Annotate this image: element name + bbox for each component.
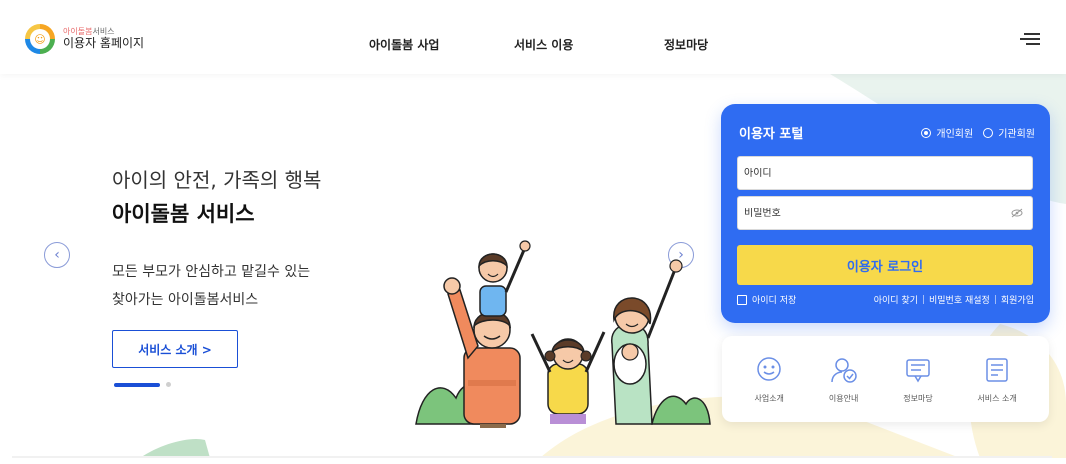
quick-menu-service-intro[interactable]: 서비스 소개: [977, 355, 1017, 404]
radio-personal-member[interactable]: 개인회원: [921, 125, 973, 140]
nav-service-use[interactable]: 서비스 이용: [514, 36, 573, 53]
info-board-icon: [906, 358, 930, 382]
prev-slide-button[interactable]: ‹: [44, 242, 70, 268]
quick-menu: 사업소개 이용안내 정보마당 서비스 소개: [722, 336, 1049, 422]
radio-unchecked-icon: [983, 127, 994, 138]
hero-description: 모든 부모가 안심하고 맡길수 있는 찾아가는 아이돌봄서비스: [112, 264, 311, 308]
user-login-button[interactable]: 이용자 로그인: [737, 245, 1033, 285]
business-intro-icon: [757, 356, 781, 381]
password-input[interactable]: [744, 207, 1004, 219]
reset-password-link[interactable]: 비밀번호 재설정: [929, 293, 990, 306]
quick-menu-info-board[interactable]: 정보마당: [903, 355, 933, 404]
hero-title: 아이의 안전, 가족의 행복: [112, 168, 322, 192]
user-portal-panel: 이용자 포털 개인회원 기관회원 이용자 로그인 아이디 저장 아이디 찾기 |…: [721, 104, 1050, 323]
logo-title: 이용자 홈페이지: [63, 36, 145, 51]
checkbox-icon: [737, 294, 747, 305]
pagination-dot-active[interactable]: [114, 382, 160, 387]
portal-title: 이용자 포털: [739, 127, 804, 142]
hero-subtitle: 아이돌봄 서비스: [112, 202, 255, 226]
id-field[interactable]: [737, 156, 1033, 190]
footer-divider: [12, 456, 1052, 458]
site-logo[interactable]: ☺ 아이돌봄서비스 이용자 홈페이지: [25, 24, 144, 54]
slide-pagination: [114, 382, 171, 387]
find-id-link[interactable]: 아이디 찾기: [874, 293, 918, 306]
service-intro-icon: [986, 357, 1008, 382]
hamburger-menu-icon[interactable]: [1020, 32, 1040, 46]
radio-checked-icon: [921, 127, 932, 138]
hide-password-icon[interactable]: [1011, 208, 1023, 218]
save-id-checkbox[interactable]: 아이디 저장: [737, 293, 796, 306]
account-links: 아이디 찾기 | 비밀번호 재설정 | 회원가입: [873, 293, 1034, 307]
id-input[interactable]: [744, 167, 1004, 179]
user-guide-icon: [830, 357, 857, 383]
service-intro-button[interactable]: 서비스 소개 >: [112, 330, 238, 368]
password-field[interactable]: [737, 196, 1033, 230]
logo-smile-icon: ☺: [25, 24, 55, 54]
logo-subtitle: 아이돌봄서비스: [63, 26, 115, 36]
nav-info-board[interactable]: 정보마당: [664, 36, 708, 53]
member-type-radio-group: 개인회원 기관회원: [921, 125, 1035, 140]
radio-organization-member[interactable]: 기관회원: [983, 125, 1035, 140]
quick-menu-user-guide[interactable]: 이용안내: [829, 355, 859, 404]
chevron-left-icon: ‹: [54, 247, 60, 263]
quick-menu-business-intro[interactable]: 사업소개: [754, 355, 784, 404]
nav-childcare-business[interactable]: 아이돌봄 사업: [369, 36, 439, 53]
signup-link[interactable]: 회원가입: [1001, 293, 1034, 306]
family-illustration: [415, 240, 711, 428]
site-header: ☺ 아이돌봄서비스 이용자 홈페이지 아이돌봄 사업 서비스 이용 정보마당: [0, 0, 1066, 74]
pagination-dot[interactable]: [166, 382, 171, 387]
